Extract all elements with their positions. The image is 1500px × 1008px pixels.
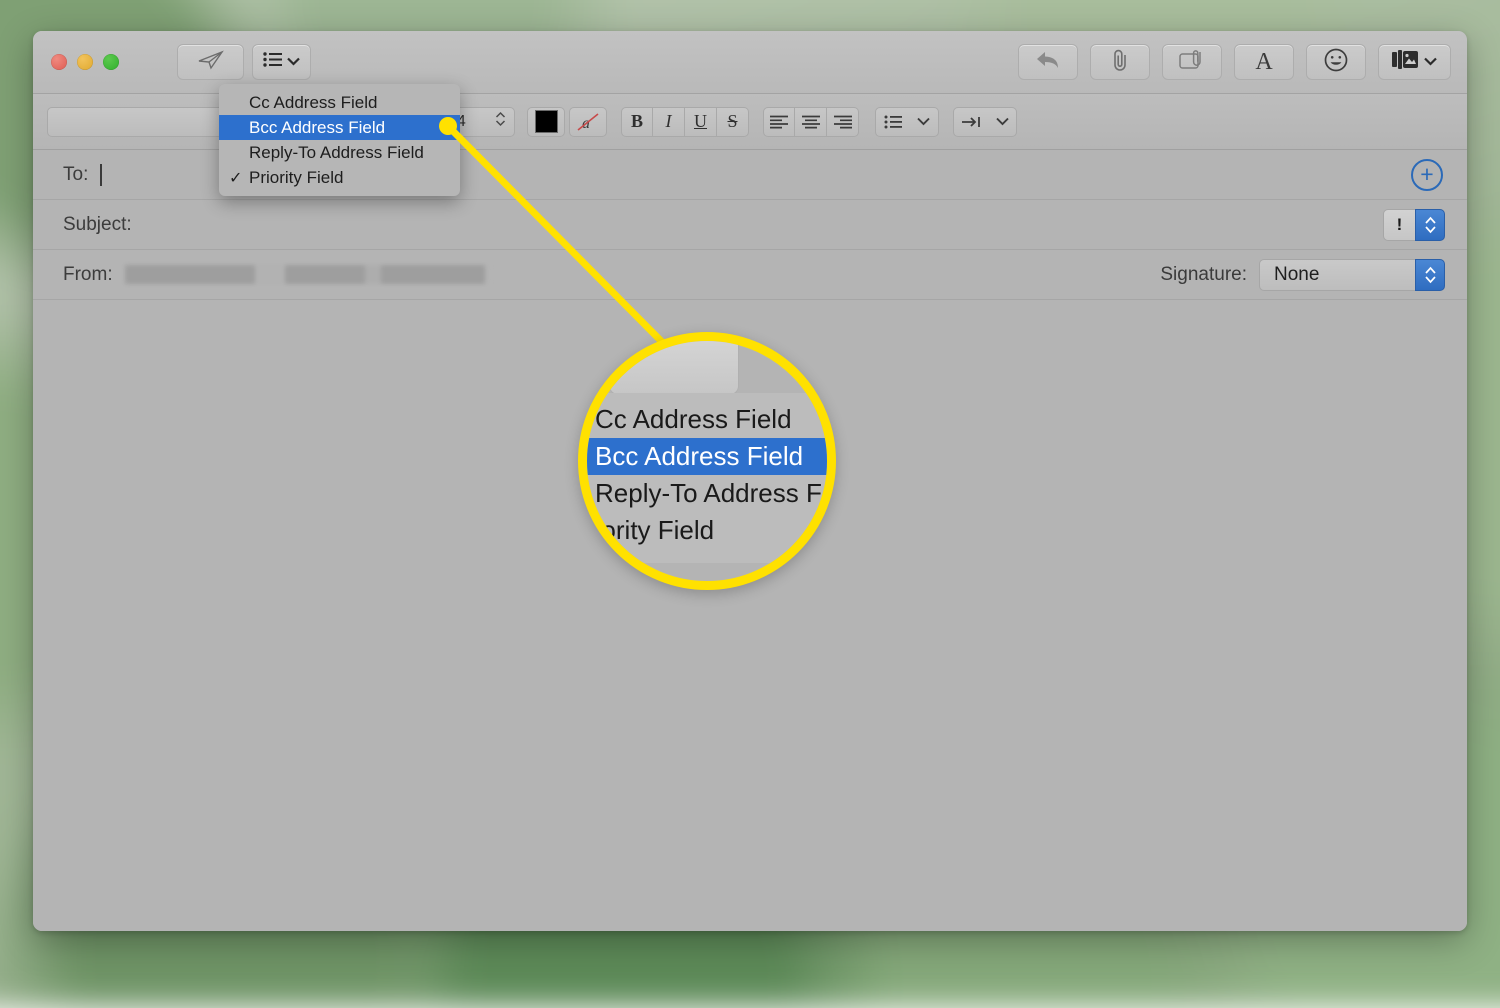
signature-label: Signature: (1160, 263, 1247, 285)
align-left-icon (770, 115, 788, 128)
menu-item-label: Bcc Address Field (249, 117, 386, 137)
bold-label: B (630, 111, 643, 131)
underline-button[interactable]: U (685, 106, 717, 137)
titlebar-right-tools: A (1018, 44, 1451, 80)
text-style-group: B I U S (621, 106, 749, 137)
from-address-redacted (124, 265, 491, 284)
emoji-button[interactable] (1306, 44, 1366, 80)
from-label: From: (63, 263, 113, 285)
italic-label: I (665, 111, 672, 131)
signature-value: None (1259, 258, 1415, 291)
format-button[interactable]: A (1234, 44, 1294, 80)
list-icon (263, 52, 282, 72)
priority-stepper[interactable]: ! (1383, 208, 1445, 241)
align-center-button[interactable] (795, 106, 827, 137)
subject-field-row[interactable]: Subject: ! (33, 200, 1467, 250)
list-style-select[interactable] (875, 106, 939, 137)
magnified-menu: Cc Address Field Bcc Address Field Reply… (587, 393, 827, 563)
close-button[interactable] (51, 54, 67, 70)
magnified-item-label: Cc Address Field (595, 404, 792, 434)
reply-button[interactable] (1018, 44, 1078, 80)
text-cursor (100, 163, 103, 186)
attach-button[interactable] (1090, 44, 1150, 80)
photos-icon (1392, 49, 1418, 75)
menu-item-label: Priority Field (249, 167, 344, 187)
magnified-item-priority: riority Field (587, 512, 827, 549)
check-icon: ✓ (229, 169, 243, 187)
header-fields-button[interactable] (252, 44, 311, 80)
color-swatch (534, 110, 558, 133)
menu-item-reply-to-address-field[interactable]: Reply-To Address Field (219, 140, 460, 165)
italic-button[interactable]: I (653, 106, 685, 137)
stepper-arrows-icon (1424, 266, 1436, 283)
priority-stepper-arrows[interactable] (1415, 208, 1445, 241)
magnified-item-label: Bcc Address Field (595, 441, 804, 471)
priority-glyph: ! (1383, 208, 1415, 241)
magnified-item-label: riority Field (587, 515, 715, 545)
stepper-arrows-icon (495, 111, 506, 132)
strikethrough-label: S (727, 111, 738, 131)
bold-button[interactable]: B (621, 106, 653, 137)
alignment-group (763, 106, 859, 137)
chevron-down-icon (917, 117, 930, 126)
bullet-list-icon (884, 115, 902, 128)
plus-circle-icon[interactable]: + (1411, 158, 1443, 191)
signature-stepper-arrows[interactable] (1415, 258, 1445, 291)
menu-item-label: Cc Address Field (249, 92, 378, 112)
chevron-down-icon (1424, 53, 1437, 71)
underline-label: U (694, 111, 707, 131)
zoom-button[interactable] (103, 54, 119, 70)
menu-item-cc-address-field[interactable]: Cc Address Field (219, 90, 460, 115)
chevron-down-icon (996, 117, 1009, 126)
photo-browser-button[interactable] (1378, 44, 1451, 80)
align-left-button[interactable] (763, 106, 795, 137)
stepper-arrows-icon (1424, 216, 1436, 233)
chevron-down-icon (287, 53, 300, 71)
traffic-lights (51, 54, 119, 70)
menu-item-priority-field[interactable]: ✓ Priority Field (219, 165, 460, 190)
align-right-icon (833, 115, 852, 128)
magnified-item-reply-to: Reply-To Address F (587, 475, 827, 512)
signature-control: Signature: None (1160, 258, 1445, 291)
minimize-button[interactable] (77, 54, 93, 70)
subject-label: Subject: (63, 213, 132, 235)
text-color-button[interactable] (527, 106, 565, 137)
menu-item-bcc-address-field[interactable]: Bcc Address Field (219, 115, 460, 140)
paper-plane-icon (198, 50, 224, 75)
strikethrough-button[interactable]: S (717, 106, 749, 137)
card-paperclip-icon (1178, 49, 1206, 76)
magnified-item-bcc: Bcc Address Field (587, 438, 827, 475)
header-fields-menu: Cc Address Field Bcc Address Field Reply… (219, 84, 460, 196)
indent-icon (962, 116, 981, 127)
letter-a-icon: A (1255, 48, 1273, 75)
send-button[interactable] (177, 44, 244, 80)
from-field-row[interactable]: From: Signature: None (33, 250, 1467, 300)
magnified-button-corner (609, 341, 739, 395)
paperclip-icon (1110, 48, 1130, 77)
reply-arrow-icon (1035, 50, 1061, 75)
magnifier-callout: Cc Address Field Bcc Address Field Reply… (578, 332, 836, 590)
magnified-item-label: Reply-To Address F (595, 478, 822, 508)
align-right-button[interactable] (827, 106, 859, 137)
align-center-icon (801, 115, 820, 128)
indent-select[interactable] (953, 106, 1017, 137)
magnified-item-cc: Cc Address Field (587, 401, 827, 438)
to-label: To: (63, 163, 89, 185)
smiley-icon (1323, 47, 1349, 78)
remove-color-button[interactable]: a (569, 106, 607, 137)
signature-select[interactable]: None (1259, 258, 1445, 291)
strikethrough-a-icon: a (577, 112, 599, 132)
markup-button[interactable] (1162, 44, 1222, 80)
menu-item-label: Reply-To Address Field (249, 142, 424, 162)
